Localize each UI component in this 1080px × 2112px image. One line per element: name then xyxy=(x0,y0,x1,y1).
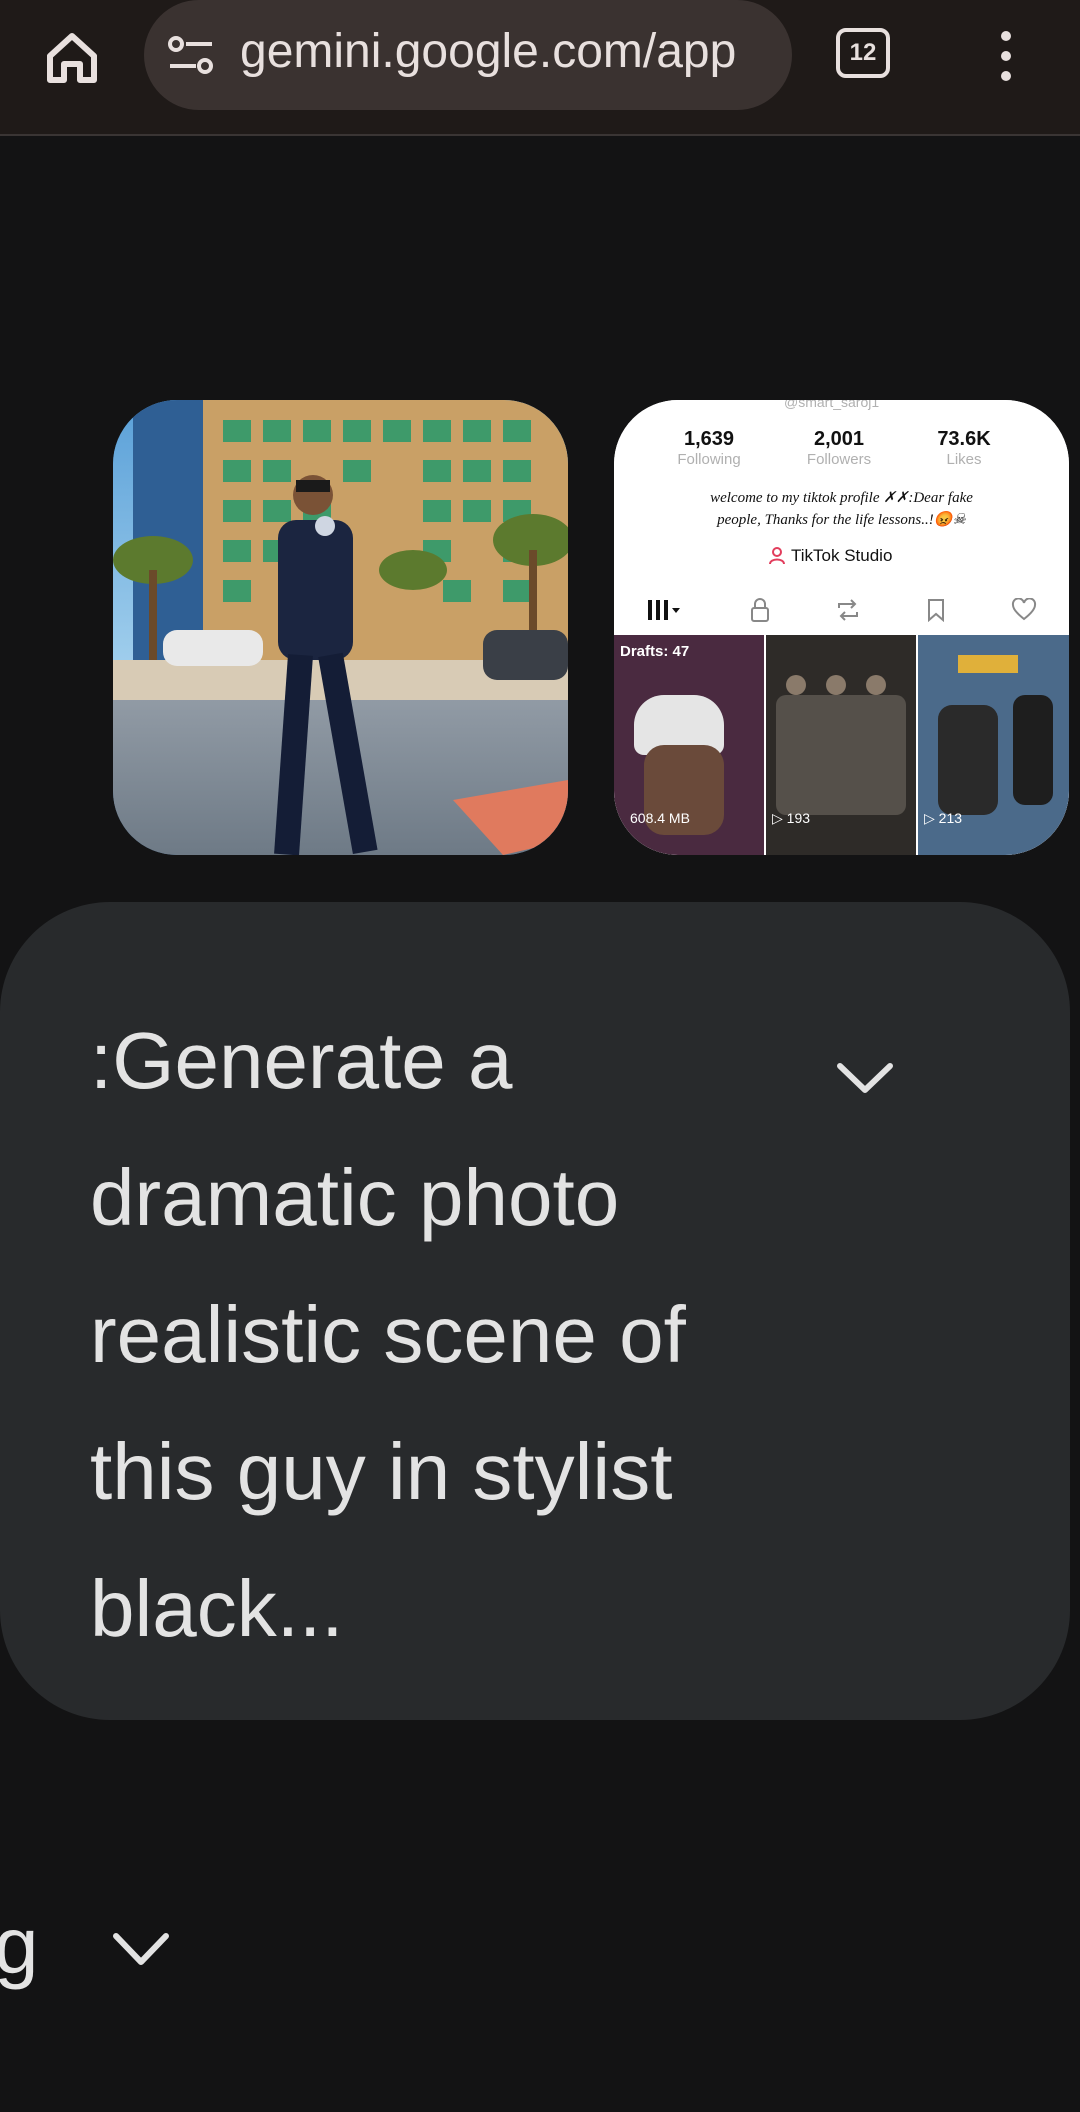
photo-image xyxy=(113,400,568,855)
expand-chevron-icon[interactable] xyxy=(830,1052,900,1102)
profile-handle: @smart_saroj1 xyxy=(784,400,880,410)
person-icon xyxy=(769,547,785,565)
video-tile-2[interactable]: ▷ 193 xyxy=(766,635,916,855)
home-icon[interactable] xyxy=(40,26,104,90)
url-text[interactable]: gemini.google.com/app xyxy=(240,24,736,79)
repost-tab-icon[interactable] xyxy=(835,598,861,622)
drafts-count: Drafts: 47 xyxy=(620,643,690,660)
bookmark-tab-icon[interactable] xyxy=(926,598,946,622)
more-vert-icon[interactable] xyxy=(990,24,1022,88)
stat-following: 1,639 Following xyxy=(677,428,741,468)
tile-count-2: ▷ 193 xyxy=(772,810,811,826)
user-prompt-bubble: :Generate a dramatic photo realistic sce… xyxy=(0,902,1070,1720)
heart-tab-icon[interactable] xyxy=(1011,598,1037,622)
tab-count: 12 xyxy=(849,39,877,66)
site-settings-icon[interactable] xyxy=(168,34,214,76)
profile-tab-row xyxy=(614,590,1069,630)
attachment-profile-screenshot[interactable]: @smart_saroj1 1,639 Following 2,001 Foll… xyxy=(614,400,1069,855)
browser-toolbar: gemini.google.com/app 12 xyxy=(0,0,1080,136)
tile-count-3: ▷ 213 xyxy=(924,810,963,826)
tiktok-studio-link[interactable]: TikTok Studio xyxy=(769,546,892,566)
stat-followers: 2,001 Followers xyxy=(806,428,872,468)
video-tile-drafts[interactable]: Drafts: 47 608.4 MB xyxy=(614,635,764,855)
address-bar[interactable]: gemini.google.com/app xyxy=(144,0,792,110)
lock-tab-icon[interactable] xyxy=(749,597,771,623)
tab-switcher-icon[interactable]: 12 xyxy=(836,28,890,78)
chevron-down-icon[interactable] xyxy=(106,1924,176,1974)
prompt-text: :Generate a dramatic photo realistic sce… xyxy=(90,1016,686,1653)
grid-tab-icon[interactable] xyxy=(646,598,684,622)
stat-likes: 73.6K Likes xyxy=(937,428,991,468)
tile-count-1: 608.4 MB xyxy=(630,810,690,826)
partial-label: g xyxy=(0,1901,39,1990)
profile-bio-line2: people, Thanks for the life lessons..!😡☠ xyxy=(717,512,966,528)
video-tile-3[interactable]: ▷ 213 xyxy=(918,635,1069,855)
attachment-photo-thumbnail[interactable] xyxy=(113,400,568,855)
profile-bio-line1: welcome to my tiktok profile ✗✗:Dear fak… xyxy=(710,490,973,506)
